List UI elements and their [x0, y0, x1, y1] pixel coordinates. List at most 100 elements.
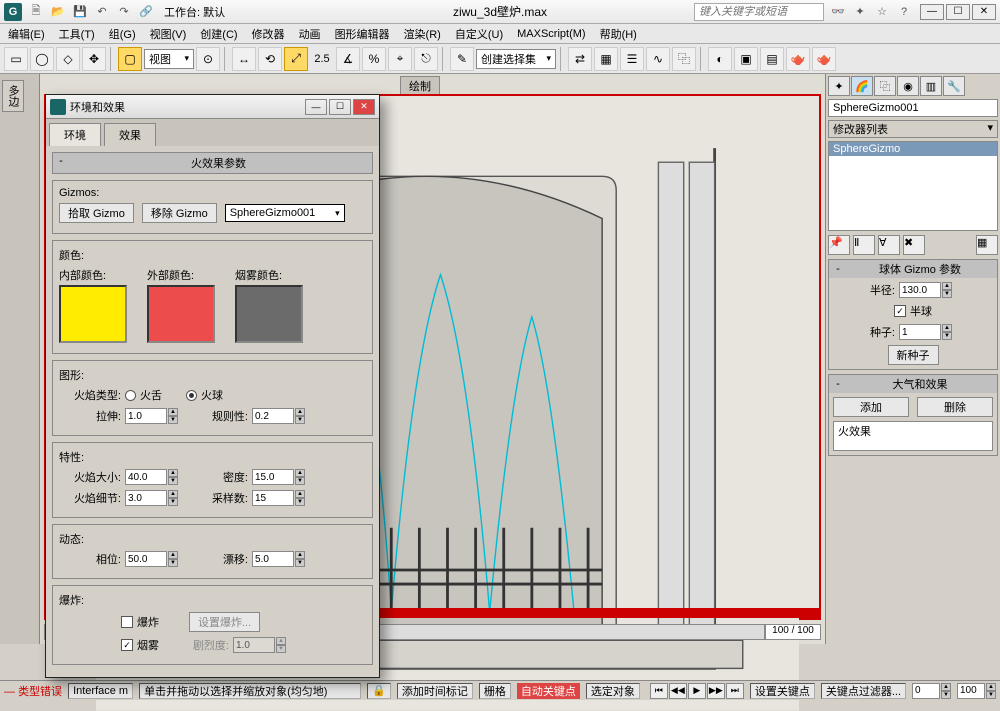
menu-render[interactable]: 渲染(R) — [404, 26, 441, 42]
next-frame-icon[interactable]: ▶▶ — [707, 683, 725, 699]
phase-spinner[interactable]: ▲▼ — [125, 551, 178, 567]
align-tool[interactable]: ▦ — [594, 47, 618, 71]
explode-checkbox[interactable] — [121, 616, 133, 628]
pick-gizmo-button[interactable]: 拾取 Gizmo — [59, 203, 134, 223]
object-name-field[interactable] — [828, 99, 998, 117]
menu-customize[interactable]: 自定义(U) — [455, 26, 503, 42]
dialog-maximize[interactable]: ☐ — [329, 99, 351, 115]
menu-group[interactable]: 组(G) — [109, 26, 136, 42]
snap-percent-tool[interactable]: % — [362, 47, 386, 71]
sparkle-icon[interactable]: ✦ — [852, 4, 868, 20]
tab-utilities[interactable]: 🔧 — [943, 76, 965, 96]
render-frame-tool[interactable]: ▤ — [760, 47, 784, 71]
redo-icon[interactable]: ↷ — [116, 4, 132, 20]
pivot-tool[interactable]: ⊙ — [196, 47, 220, 71]
new-seed-button[interactable]: 新种子 — [888, 345, 939, 365]
dialog-close[interactable]: ✕ — [353, 99, 375, 115]
snap-toggle[interactable]: ⌖ — [388, 47, 412, 71]
new-icon[interactable]: 🗎 — [28, 4, 44, 20]
make-unique-icon[interactable]: ∀ — [878, 235, 900, 255]
menu-animation[interactable]: 动画 — [299, 26, 321, 42]
rollout-header[interactable]: -球体 Gizmo 参数 — [829, 260, 997, 278]
rollout-header-atm[interactable]: -大气和效果 — [829, 375, 997, 393]
radius-spinner[interactable]: ▲▼ — [899, 282, 952, 298]
minimize-button[interactable]: — — [920, 4, 944, 20]
seed-spinner[interactable]: ▲▼ — [899, 324, 952, 340]
named-selection-combo[interactable]: 创建选择集 — [476, 49, 556, 69]
end-frame-spinner[interactable]: ▲▼ — [957, 683, 996, 699]
select-circle-tool[interactable]: ◯ — [30, 47, 54, 71]
menu-maxscript[interactable]: MAXScript(M) — [517, 28, 585, 40]
goto-end-icon[interactable]: ⏭ — [726, 683, 744, 699]
configure-icon[interactable]: ▦ — [976, 235, 998, 255]
tab-environment[interactable]: 环境 — [49, 123, 101, 146]
menu-edit[interactable]: 编辑(E) — [8, 26, 45, 42]
tongue-radio[interactable] — [125, 390, 136, 401]
help-search-input[interactable] — [694, 3, 824, 21]
close-button[interactable]: ✕ — [972, 4, 996, 20]
curve-editor-tool[interactable]: ∿ — [646, 47, 670, 71]
tab-create[interactable]: ✦ — [828, 76, 850, 96]
outer-color-swatch[interactable] — [147, 285, 215, 343]
hemisphere-checkbox[interactable]: ✓ — [894, 305, 906, 317]
render-prod-tool[interactable]: 🫖 — [812, 47, 836, 71]
select-rotate-tool[interactable]: ⟲ — [258, 47, 282, 71]
tab-hierarchy[interactable]: ⿻ — [874, 76, 896, 96]
set-key-button[interactable]: 设置关键点 — [750, 683, 815, 699]
layer-tool[interactable]: ☰ — [620, 47, 644, 71]
menu-tools[interactable]: 工具(T) — [59, 26, 95, 42]
selected-object-mode[interactable]: 选定对象 — [586, 683, 640, 699]
flame-detail-spinner[interactable]: ▲▼ — [125, 490, 178, 506]
mirror-tool[interactable]: ⇄ — [568, 47, 592, 71]
menu-modifiers[interactable]: 修改器 — [252, 26, 285, 42]
snap-angle-tool[interactable]: ∡ — [336, 47, 360, 71]
remove-mod-icon[interactable]: ✖ — [903, 235, 925, 255]
play-icon[interactable]: ▶ — [688, 683, 706, 699]
help-icon[interactable]: ? — [896, 4, 912, 20]
flame-size-spinner[interactable]: ▲▼ — [125, 469, 178, 485]
prev-frame-icon[interactable]: ◀◀ — [669, 683, 687, 699]
gizmo-combo[interactable]: SphereGizmo001 — [225, 204, 345, 222]
lock-icon[interactable]: 🔒 — [367, 683, 391, 699]
tab-display[interactable]: ▥ — [920, 76, 942, 96]
density-spinner[interactable]: ▲▼ — [252, 469, 305, 485]
remove-gizmo-button[interactable]: 移除 Gizmo — [142, 203, 217, 223]
menu-help[interactable]: 帮助(H) — [600, 26, 637, 42]
smoke-color-swatch[interactable] — [235, 285, 303, 343]
select-scale-tool[interactable]: ⤢ — [284, 47, 308, 71]
binoculars-icon[interactable]: 👓 — [830, 4, 846, 20]
save-icon[interactable]: 💾 — [72, 4, 88, 20]
undo-icon[interactable]: ↶ — [94, 4, 110, 20]
viewport-tab[interactable]: 绘制 — [400, 76, 440, 96]
select-fence-tool[interactable]: ◇ — [56, 47, 80, 71]
workspace-selector[interactable]: 工作台: 默认 — [164, 4, 225, 20]
current-frame-spinner[interactable]: ▲▼ — [912, 683, 951, 699]
move-tool[interactable]: ✥ — [82, 47, 106, 71]
select-tool[interactable]: ▭ — [4, 47, 28, 71]
fireball-radio[interactable] — [186, 390, 197, 401]
render-tool[interactable]: 🫖 — [786, 47, 810, 71]
add-time-marker[interactable]: 添加时间标记 — [397, 683, 473, 699]
atm-item[interactable]: 火效果 — [838, 426, 871, 438]
pin-stack-icon[interactable]: 📌 — [828, 235, 850, 255]
regularity-spinner[interactable]: ▲▼ — [252, 408, 305, 424]
open-icon[interactable]: 📂 — [50, 4, 66, 20]
schematic-tool[interactable]: ⿻ — [672, 47, 696, 71]
smoke-checkbox[interactable]: ✓ — [121, 639, 133, 651]
ref-coord-combo[interactable]: 视图 — [144, 49, 194, 69]
select-move-tool[interactable]: ↔ — [232, 47, 256, 71]
left-tab-poly[interactable]: 多边 — [2, 80, 24, 112]
menu-view[interactable]: 视图(V) — [150, 26, 187, 42]
atm-list[interactable]: 火效果 — [833, 421, 993, 451]
viewport-zoom[interactable]: 100 / 100 — [765, 624, 821, 640]
link-icon[interactable]: 🔗 — [138, 4, 154, 20]
samples-spinner[interactable]: ▲▼ — [252, 490, 305, 506]
menu-create[interactable]: 创建(C) — [200, 26, 237, 42]
snap-options[interactable]: ⎋ — [414, 47, 438, 71]
stack-item[interactable]: SphereGizmo — [829, 142, 997, 156]
key-filter-button[interactable]: 关键点过滤器... — [821, 683, 906, 699]
render-setup-tool[interactable]: ▣ — [734, 47, 758, 71]
add-atm-button[interactable]: 添加 — [833, 397, 909, 417]
tab-effects[interactable]: 效果 — [104, 123, 156, 146]
drift-spinner[interactable]: ▲▼ — [252, 551, 305, 567]
